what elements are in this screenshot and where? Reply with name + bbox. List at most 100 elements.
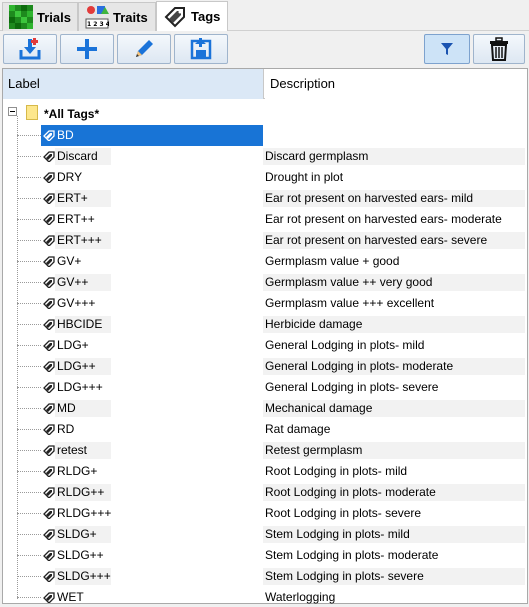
import-button[interactable] <box>3 34 57 64</box>
tag-label: RLDG+ <box>57 464 98 478</box>
tag-icon <box>43 508 55 519</box>
tags-table: Label Description *All Tags* BD Discard Di… <box>2 68 528 604</box>
tree-connector-branch <box>17 555 41 556</box>
tree-row[interactable]: ERT++ Ear rot present on harvested ears- … <box>3 209 527 230</box>
tag-label-cell[interactable]: BD <box>41 125 263 146</box>
tree-row[interactable]: MD Mechanical damage <box>3 398 527 419</box>
tab-tags-label: Tags <box>191 9 221 24</box>
tree-row[interactable]: HBCIDE Herbicide damage <box>3 314 527 335</box>
tag-description: Ear rot present on harvested ears- sever… <box>265 233 488 247</box>
tree-row[interactable]: GV+ Germplasm value + good <box>3 251 527 272</box>
tree-row[interactable]: ERT+++ Ear rot present on harvested ears-… <box>3 230 527 251</box>
tag-label: RLDG+++ <box>57 506 112 520</box>
tag-label-cell[interactable]: SLDG+++ <box>41 566 263 587</box>
tree-row[interactable]: RLDG+++ Root Lodging in plots- severe <box>3 503 527 524</box>
add-icon <box>75 37 99 61</box>
tag-icon <box>163 5 187 29</box>
tag-label: GV++ <box>57 275 89 289</box>
tag-label-cell[interactable]: ERT+++ <box>41 230 263 251</box>
tree-connector-branch <box>17 450 41 451</box>
tag-label-cell[interactable]: DRY <box>41 167 263 188</box>
add-button[interactable] <box>60 34 114 64</box>
export-button[interactable] <box>174 34 228 64</box>
tag-label: DRY <box>57 170 83 184</box>
tag-label-cell[interactable]: RLDG+ <box>41 461 263 482</box>
tag-icon <box>43 424 55 435</box>
tree-row[interactable]: WET Waterlogging <box>3 587 527 607</box>
trash-icon <box>488 37 510 61</box>
tag-label-cell[interactable]: LDG++ <box>41 356 263 377</box>
tag-label-cell[interactable]: GV+++ <box>41 293 263 314</box>
tag-label-cell[interactable]: WET <box>41 587 263 607</box>
tree-row[interactable]: retest Retest germplasm <box>3 440 527 461</box>
tree-row[interactable]: BD <box>3 125 527 146</box>
tag-label-cell[interactable]: RLDG+++ <box>41 503 263 524</box>
tag-description: Root Lodging in plots- severe <box>265 506 422 520</box>
tag-description: Germplasm value +++ excellent <box>265 296 435 310</box>
column-header-description[interactable]: Description <box>265 69 527 99</box>
tag-label-cell[interactable]: GV+ <box>41 251 263 272</box>
collapse-toggle[interactable] <box>8 107 17 116</box>
tag-label: Discard <box>57 149 98 163</box>
filter-button[interactable] <box>424 34 470 64</box>
edit-button[interactable] <box>117 34 171 64</box>
tag-label-cell[interactable]: RD <box>41 419 263 440</box>
tag-label-cell[interactable]: RLDG++ <box>41 482 263 503</box>
tag-label: RD <box>57 422 75 436</box>
tree-root-row[interactable]: *All Tags* <box>3 104 527 125</box>
tab-traits-label: Traits <box>113 9 148 25</box>
tree-row[interactable]: ERT+ Ear rot present on harvested ears- m… <box>3 188 527 209</box>
tag-label-cell[interactable]: LDG+++ <box>41 377 263 398</box>
tag-label: SLDG+ <box>57 527 97 541</box>
tree-connector-branch <box>17 303 41 304</box>
tag-description: Stem Lodging in plots- severe <box>265 569 424 583</box>
tree-connector-branch <box>17 366 41 367</box>
tag-icon <box>43 487 55 498</box>
tag-label-cell[interactable]: ERT++ <box>41 209 263 230</box>
tab-traits[interactable]: 1 2 3 4 Traits <box>78 2 156 31</box>
tree-connector-branch <box>17 135 41 136</box>
tree-row[interactable]: SLDG+++ Stem Lodging in plots- severe <box>3 566 527 587</box>
tree-connector-branch <box>17 513 41 514</box>
tag-label-cell[interactable]: SLDG+ <box>41 524 263 545</box>
table-header: Label Description <box>3 69 527 99</box>
tab-tags[interactable]: Tags <box>156 1 228 31</box>
tree-connector-branch <box>17 177 41 178</box>
tag-description: Drought in plot <box>265 170 344 184</box>
tag-description <box>265 125 527 146</box>
tag-label-cell[interactable]: HBCIDE <box>41 314 263 335</box>
tag-icon <box>43 235 55 246</box>
tree-row[interactable]: RD Rat damage <box>3 419 527 440</box>
tag-label-cell[interactable]: LDG+ <box>41 335 263 356</box>
tree-row[interactable]: DRY Drought in plot <box>3 167 527 188</box>
column-header-label[interactable]: Label <box>3 69 264 99</box>
tree-row[interactable]: GV++ Germplasm value ++ very good <box>3 272 527 293</box>
tag-label-cell[interactable]: GV++ <box>41 272 263 293</box>
tab-trials[interactable]: Trials <box>2 2 78 31</box>
tag-description: Rat damage <box>265 422 331 436</box>
tree-row[interactable]: LDG+++ General Lodging in plots- severe <box>3 377 527 398</box>
tree-row[interactable]: GV+++ Germplasm value +++ excellent <box>3 293 527 314</box>
tag-label-cell[interactable]: Discard <box>41 146 263 167</box>
tag-icon <box>43 298 55 309</box>
tag-description: General Lodging in plots- moderate <box>265 359 454 373</box>
tree-row[interactable]: SLDG++ Stem Lodging in plots- moderate <box>3 545 527 566</box>
tag-label-cell[interactable]: MD <box>41 398 263 419</box>
tree-connector-branch <box>17 471 41 472</box>
trials-grid-icon <box>9 5 33 29</box>
tree-row[interactable]: RLDG++ Root Lodging in plots- moderate <box>3 482 527 503</box>
tag-icon <box>43 151 55 162</box>
tag-icon <box>43 592 55 603</box>
tree-row[interactable]: SLDG+ Stem Lodging in plots- mild <box>3 524 527 545</box>
tree-row[interactable]: LDG+ General Lodging in plots- mild <box>3 335 527 356</box>
tag-icon <box>43 382 55 393</box>
tag-description: Waterlogging <box>265 590 336 604</box>
delete-button[interactable] <box>473 34 525 64</box>
tree-row[interactable]: LDG++ General Lodging in plots- moderate <box>3 356 527 377</box>
tag-label-cell[interactable]: SLDG++ <box>41 545 263 566</box>
tag-label-cell[interactable]: retest <box>41 440 263 461</box>
tree-row[interactable]: Discard Discard germplasm <box>3 146 527 167</box>
tag-label-cell[interactable]: ERT+ <box>41 188 263 209</box>
tree-row[interactable]: RLDG+ Root Lodging in plots- mild <box>3 461 527 482</box>
tag-description: Stem Lodging in plots- moderate <box>265 548 439 562</box>
